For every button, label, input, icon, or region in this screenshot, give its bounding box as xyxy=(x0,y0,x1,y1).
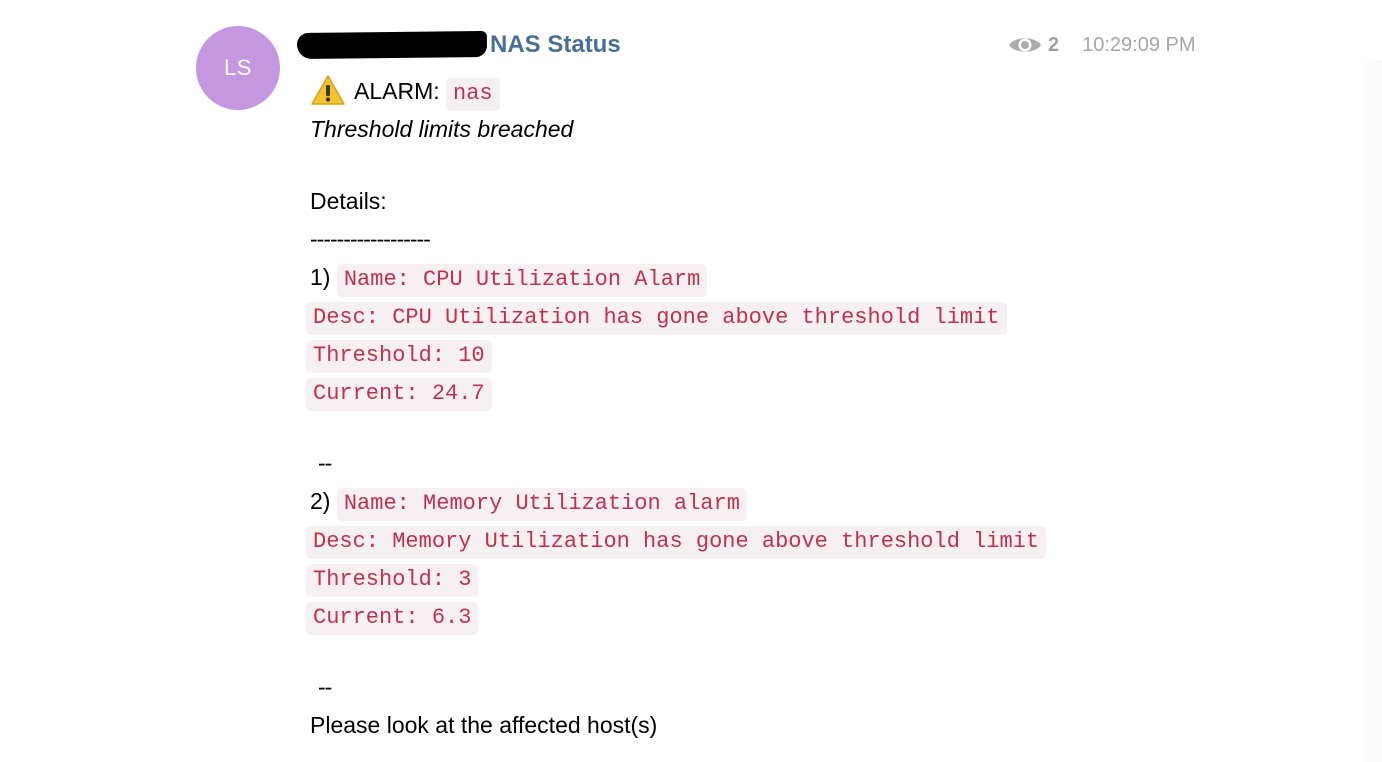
alarm-item-index: 2) xyxy=(310,488,331,514)
alarm-item-name-line: 2) Name: Memory Utilization alarm xyxy=(310,482,1210,521)
alarm-item-threshold: Threshold: 10 xyxy=(306,340,492,373)
scroll-edge xyxy=(1360,60,1382,762)
message-body: ALARM: nas Threshold limits breached Det… xyxy=(306,72,1210,744)
timestamp: 10:29:09 PM xyxy=(1082,33,1196,56)
alarm-item-name: Name: CPU Utilization Alarm xyxy=(336,264,708,297)
sender-name[interactable]: NAS Status xyxy=(490,30,621,60)
alarm-item-threshold: Threshold: 3 xyxy=(306,564,479,597)
alarm-line: ALARM: nas xyxy=(310,72,1210,111)
eye-icon xyxy=(1009,38,1041,52)
alarm-item-name: Name: Memory Utilization alarm xyxy=(336,488,747,521)
message-view: LS NAS Status 2 10:29:09 PM ALARM: nas T… xyxy=(0,0,1382,762)
alarm-label: ALARM: xyxy=(354,78,440,104)
seen-count: 2 xyxy=(1048,33,1060,56)
alarm-subtitle: Threshold limits breached xyxy=(310,116,574,142)
alarm-item-name-line: 1) Name: CPU Utilization Alarm xyxy=(310,258,1210,297)
alarm-item-index: 1) xyxy=(310,264,331,290)
alarm-item-desc: Desc: CPU Utilization has gone above thr… xyxy=(306,302,1007,335)
item-separator: -- xyxy=(318,450,332,476)
details-divider: ------------------ xyxy=(310,226,431,252)
avatar[interactable]: LS xyxy=(196,26,280,110)
alarm-target: nas xyxy=(446,78,500,111)
details-label: Details: xyxy=(310,188,387,214)
alarm-item-current: Current: 24.7 xyxy=(306,378,492,411)
item-separator: -- xyxy=(318,674,332,700)
alarm-item-desc: Desc: Memory Utilization has gone above … xyxy=(306,526,1047,559)
message-meta: 2 10:29:09 PM xyxy=(1008,30,1196,60)
redacted-sender-name xyxy=(296,31,488,59)
warning-icon xyxy=(311,75,345,105)
footer-text: Please look at the affected host(s) xyxy=(310,712,658,738)
alarm-item-current: Current: 6.3 xyxy=(306,602,479,635)
